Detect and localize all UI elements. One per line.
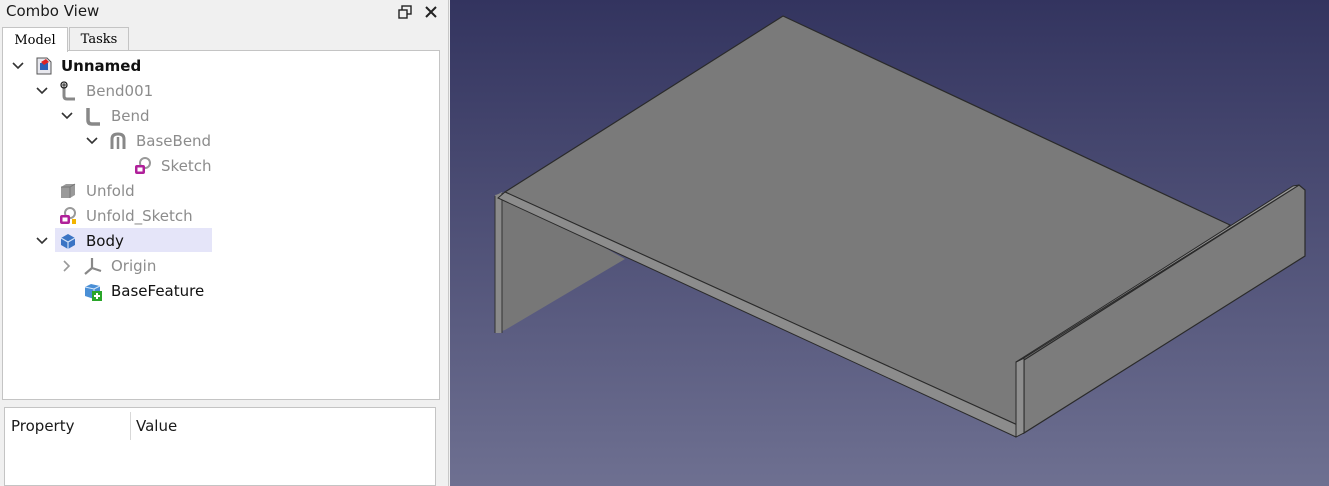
chevron-down-icon[interactable] — [36, 235, 48, 247]
tree-item-sketch[interactable]: Sketch — [161, 157, 212, 175]
tree-item-unfold[interactable]: Unfold — [86, 182, 135, 200]
sheet-metal-model — [494, 15, 1306, 438]
bend-icon — [60, 81, 75, 101]
3d-viewport[interactable] — [450, 0, 1329, 486]
tree-item-bend001[interactable]: Bend001 — [86, 82, 153, 100]
panel-title: Combo View — [6, 2, 100, 20]
tree-item-unnamed[interactable]: Unnamed — [61, 57, 141, 75]
right-flange-edge — [1015, 357, 1025, 438]
tree-item-bend[interactable]: Bend — [111, 107, 150, 125]
document-icon — [36, 57, 52, 75]
property-column-header[interactable]: Property — [11, 417, 74, 435]
combo-view-titlebar: Combo View — [0, 0, 449, 24]
solid-icon — [61, 183, 76, 198]
chevron-down-icon[interactable] — [36, 85, 48, 97]
chevron-down-icon[interactable] — [12, 60, 24, 72]
tree-item-body[interactable]: Body — [86, 232, 124, 250]
tree-item-basefeature[interactable]: BaseFeature — [111, 282, 204, 300]
close-panel-button[interactable] — [422, 3, 440, 21]
selection-highlight — [55, 228, 212, 252]
base-feature-icon — [84, 284, 102, 301]
tree-item-unfold-sketch[interactable]: Unfold_Sketch — [86, 207, 193, 225]
float-panel-button[interactable] — [396, 3, 414, 21]
close-icon — [425, 6, 437, 18]
column-divider[interactable] — [130, 412, 131, 440]
chevron-down-icon[interactable] — [86, 135, 98, 147]
value-column-header[interactable]: Value — [136, 417, 177, 435]
chevron-right-icon[interactable] — [61, 260, 73, 272]
property-view: Property Value — [4, 407, 436, 486]
sketch-icon — [60, 207, 76, 224]
tab-model[interactable]: Model — [2, 27, 68, 52]
bend-icon — [86, 108, 100, 126]
body-icon — [60, 234, 76, 249]
combo-view-panel: Combo View Model Tasks Unnamed Bend001 B… — [0, 0, 449, 486]
tab-tasks[interactable]: Tasks — [69, 27, 129, 50]
tab-bar: Model Tasks — [0, 27, 449, 52]
sketch-icon — [135, 157, 151, 174]
model-tree: Unnamed Bend001 Bend BaseBend Sketch Unf… — [2, 50, 440, 400]
restore-icon — [398, 5, 412, 19]
base-bend-icon — [110, 132, 126, 149]
chevron-down-icon[interactable] — [61, 110, 73, 122]
tree-item-origin[interactable]: Origin — [111, 257, 156, 275]
origin-icon — [84, 258, 102, 275]
tree-item-basebend[interactable]: BaseBend — [136, 132, 211, 150]
left-flange-edge — [495, 192, 502, 333]
